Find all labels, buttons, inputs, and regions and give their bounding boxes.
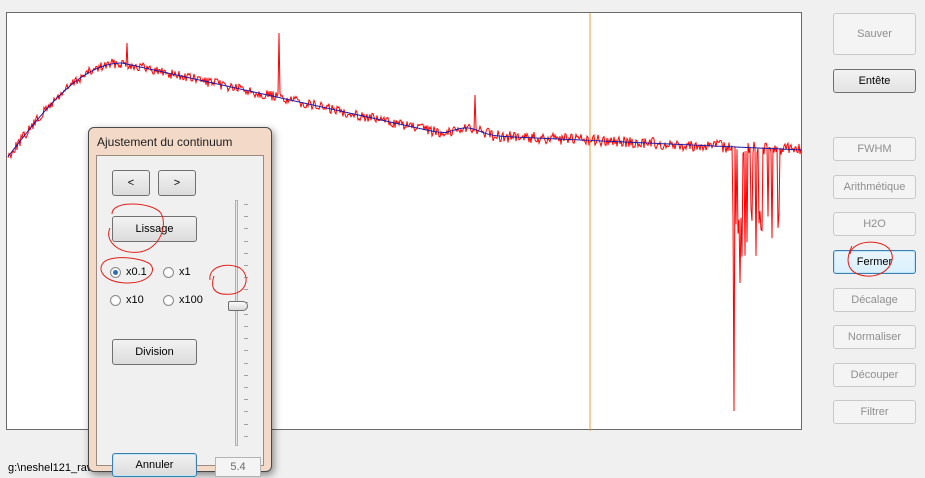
- slider-tick: [244, 313, 248, 315]
- slider-thumb[interactable]: [228, 301, 248, 312]
- slider-tick: [244, 240, 248, 242]
- slider-tick: [244, 350, 248, 352]
- slider-tick: [244, 204, 248, 205]
- radio-x1[interactable]: x1: [163, 266, 191, 278]
- slider-tick: [244, 362, 248, 364]
- cut-button[interactable]: Découper: [833, 363, 916, 387]
- header-button[interactable]: Entête: [833, 69, 916, 93]
- slider-tick: [244, 252, 248, 254]
- dialog-title: Ajustement du continuum: [97, 135, 233, 149]
- slider-tick: [244, 387, 248, 388]
- slider-tick: [244, 277, 248, 279]
- division-button[interactable]: Division: [112, 339, 197, 365]
- fwhm-button[interactable]: FWHM: [833, 137, 916, 161]
- slider-tick: [244, 289, 248, 291]
- slider-tick: [244, 374, 248, 376]
- slider-tick: [244, 399, 248, 401]
- slider-tick: [244, 411, 248, 413]
- cancel-button[interactable]: Annuler: [112, 453, 197, 477]
- close-button[interactable]: Fermer: [833, 250, 916, 274]
- slider-tick: [244, 423, 248, 425]
- radio-x10-dot[interactable]: [110, 294, 121, 306]
- radio-x100-dot[interactable]: [163, 294, 174, 306]
- next-button[interactable]: >: [158, 170, 196, 196]
- arithmetic-button[interactable]: Arithmétique: [833, 175, 916, 199]
- filter-button[interactable]: Filtrer: [833, 400, 916, 424]
- radio-x0-1-label: x0.1: [126, 266, 147, 278]
- slider-tick: [244, 228, 248, 230]
- smooth-button[interactable]: Lissage: [112, 216, 197, 242]
- h2o-button[interactable]: H2O: [833, 212, 916, 236]
- previous-button[interactable]: <: [112, 170, 150, 196]
- radio-x1-dot[interactable]: [163, 266, 174, 278]
- radio-x100[interactable]: x100: [163, 294, 203, 306]
- slider-tick: [244, 216, 248, 218]
- radio-x1-label: x1: [179, 266, 191, 278]
- continuum-dialog: Ajustement du continuum < > Lissage x0.1…: [88, 127, 272, 477]
- value-display: 5.4: [215, 457, 261, 477]
- slider-tick: [244, 338, 248, 340]
- slider-tick: [244, 326, 248, 327]
- radio-x0-1-dot[interactable]: [110, 266, 121, 278]
- normalize-button[interactable]: Normaliser: [833, 325, 916, 349]
- slider-tick: [244, 265, 248, 266]
- radio-x10-label: x10: [126, 294, 144, 306]
- slider-tick: [244, 435, 248, 437]
- radio-x0-1[interactable]: x0.1: [110, 266, 147, 278]
- radio-x10[interactable]: x10: [110, 294, 144, 306]
- offset-button[interactable]: Décalage: [833, 288, 916, 312]
- radio-x100-label: x100: [179, 294, 203, 306]
- slider-track[interactable]: [235, 200, 238, 446]
- save-button[interactable]: Sauver: [833, 13, 916, 55]
- dialog-body: < > Lissage x0.1 x1 x10 x100 Division An…: [96, 155, 264, 477]
